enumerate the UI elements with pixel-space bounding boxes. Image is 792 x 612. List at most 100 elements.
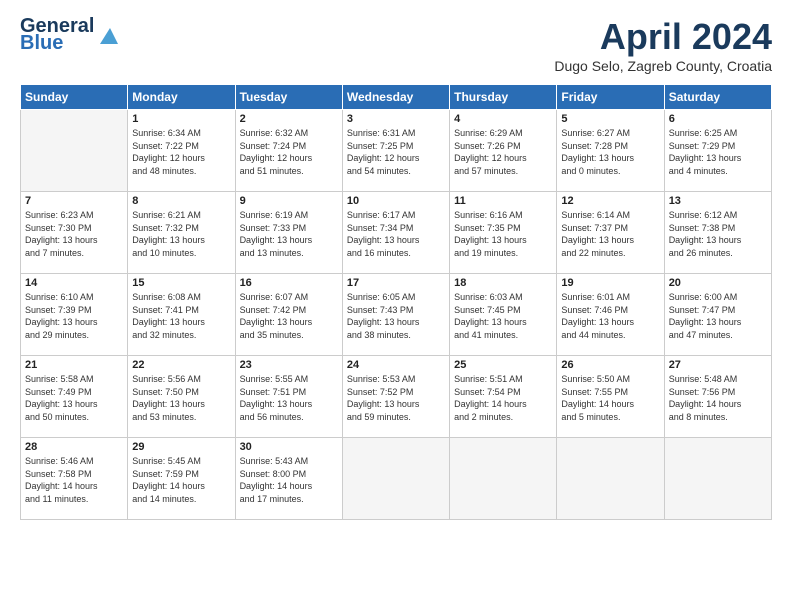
calendar-title: April 2024 bbox=[554, 16, 772, 58]
day-info: Sunrise: 5:58 AMSunset: 7:49 PMDaylight:… bbox=[25, 373, 123, 423]
day-number: 15 bbox=[132, 277, 230, 289]
calendar-cell: 17 Sunrise: 6:05 AMSunset: 7:43 PMDayligh… bbox=[342, 274, 449, 356]
calendar-cell: 21Sunrise: 5:58 AMSunset: 7:49 PMDayligh… bbox=[21, 356, 128, 438]
calendar-week-row: 21Sunrise: 5:58 AMSunset: 7:49 PMDayligh… bbox=[21, 356, 772, 438]
calendar-cell: 18 Sunrise: 6:03 AMSunset: 7:45 PMDayligh… bbox=[450, 274, 557, 356]
day-number: 8 bbox=[132, 195, 230, 207]
calendar-cell: 4Sunrise: 6:29 AMSunset: 7:26 PMDaylight… bbox=[450, 110, 557, 192]
day-number: 1 bbox=[132, 113, 230, 125]
day-number: 20 bbox=[669, 277, 767, 289]
logo-blue: Blue bbox=[20, 32, 63, 55]
day-info: Sunrise: 6:25 AMSunset: 7:29 PMDaylight:… bbox=[669, 127, 767, 177]
calendar-cell: 7 Sunrise: 6:23 AMSunset: 7:30 PMDaylight… bbox=[21, 192, 128, 274]
calendar-cell: 24 Sunrise: 5:53 AMSunset: 7:52 PMDayligh… bbox=[342, 356, 449, 438]
calendar-cell: 11 Sunrise: 6:16 AMSunset: 7:35 PMDayligh… bbox=[450, 192, 557, 274]
day-info: Sunrise: 6:32 AMSunset: 7:24 PMDaylight:… bbox=[240, 127, 338, 177]
day-number: 12 bbox=[561, 195, 659, 207]
day-info: Sunrise: 5:55 AMSunset: 7:51 PMDaylight:… bbox=[240, 373, 338, 423]
day-info: Sunrise: 6:27 AMSunset: 7:28 PMDaylight:… bbox=[561, 127, 659, 177]
day-info: Sunrise: 6:16 AMSunset: 7:35 PMDaylight:… bbox=[454, 209, 552, 259]
day-number: 2 bbox=[240, 113, 338, 125]
day-info: Sunrise: 5:50 AMSunset: 7:55 PMDaylight:… bbox=[561, 373, 659, 423]
calendar-cell: 23 Sunrise: 5:55 AMSunset: 7:51 PMDayligh… bbox=[235, 356, 342, 438]
day-info: Sunrise: 5:56 AMSunset: 7:50 PMDaylight:… bbox=[132, 373, 230, 423]
logo-triangle-icon bbox=[96, 26, 118, 48]
calendar-cell: 26 Sunrise: 5:50 AMSunset: 7:55 PMDayligh… bbox=[557, 356, 664, 438]
day-number: 11 bbox=[454, 195, 552, 207]
day-number: 9 bbox=[240, 195, 338, 207]
calendar-week-row: 1 Sunrise: 6:34 AMSunset: 7:22 PMDaylight… bbox=[21, 110, 772, 192]
weekday-header: Friday bbox=[557, 85, 664, 110]
calendar-cell: 27Sunrise: 5:48 AMSunset: 7:56 PMDayligh… bbox=[664, 356, 771, 438]
calendar-cell bbox=[664, 438, 771, 520]
day-info: Sunrise: 5:51 AMSunset: 7:54 PMDaylight:… bbox=[454, 373, 552, 423]
day-info: Sunrise: 6:01 AMSunset: 7:46 PMDaylight:… bbox=[561, 291, 659, 341]
weekday-header: Sunday bbox=[21, 85, 128, 110]
day-number: 26 bbox=[561, 359, 659, 371]
calendar-week-row: 28Sunrise: 5:46 AMSunset: 7:58 PMDayligh… bbox=[21, 438, 772, 520]
day-info: Sunrise: 6:17 AMSunset: 7:34 PMDaylight:… bbox=[347, 209, 445, 259]
day-info: Sunrise: 6:03 AMSunset: 7:45 PMDaylight:… bbox=[454, 291, 552, 341]
day-info: Sunrise: 6:12 AMSunset: 7:38 PMDaylight:… bbox=[669, 209, 767, 259]
calendar-cell: 30 Sunrise: 5:43 AMSunset: 8:00 PMDayligh… bbox=[235, 438, 342, 520]
calendar-cell: 25 Sunrise: 5:51 AMSunset: 7:54 PMDayligh… bbox=[450, 356, 557, 438]
calendar-cell: 20Sunrise: 6:00 AMSunset: 7:47 PMDayligh… bbox=[664, 274, 771, 356]
weekday-header: Monday bbox=[128, 85, 235, 110]
day-info: Sunrise: 5:53 AMSunset: 7:52 PMDaylight:… bbox=[347, 373, 445, 423]
day-number: 23 bbox=[240, 359, 338, 371]
weekday-header: Saturday bbox=[664, 85, 771, 110]
page: General Blue April 2024 Dugo Selo, Zagre… bbox=[0, 0, 792, 612]
calendar-subtitle: Dugo Selo, Zagreb County, Croatia bbox=[554, 58, 772, 74]
day-number: 13 bbox=[669, 195, 767, 207]
day-info: Sunrise: 6:14 AMSunset: 7:37 PMDaylight:… bbox=[561, 209, 659, 259]
day-number: 16 bbox=[240, 277, 338, 289]
day-info: Sunrise: 6:19 AMSunset: 7:33 PMDaylight:… bbox=[240, 209, 338, 259]
day-number: 4 bbox=[454, 113, 552, 125]
day-info: Sunrise: 5:45 AMSunset: 7:59 PMDaylight:… bbox=[132, 455, 230, 505]
calendar-week-row: 7 Sunrise: 6:23 AMSunset: 7:30 PMDaylight… bbox=[21, 192, 772, 274]
calendar-cell: 22 Sunrise: 5:56 AMSunset: 7:50 PMDayligh… bbox=[128, 356, 235, 438]
calendar-cell bbox=[21, 110, 128, 192]
logo: General Blue bbox=[20, 16, 96, 55]
day-number: 27 bbox=[669, 359, 767, 371]
day-number: 25 bbox=[454, 359, 552, 371]
calendar-cell: 14 Sunrise: 6:10 AMSunset: 7:39 PMDayligh… bbox=[21, 274, 128, 356]
weekday-header-row: SundayMondayTuesdayWednesdayThursdayFrid… bbox=[21, 85, 772, 110]
day-info: Sunrise: 6:07 AMSunset: 7:42 PMDaylight:… bbox=[240, 291, 338, 341]
day-number: 22 bbox=[132, 359, 230, 371]
day-number: 18 bbox=[454, 277, 552, 289]
day-info: Sunrise: 6:05 AMSunset: 7:43 PMDaylight:… bbox=[347, 291, 445, 341]
day-number: 30 bbox=[240, 441, 338, 453]
day-number: 3 bbox=[347, 113, 445, 125]
day-number: 19 bbox=[561, 277, 659, 289]
calendar-cell: 2 Sunrise: 6:32 AMSunset: 7:24 PMDaylight… bbox=[235, 110, 342, 192]
day-info: Sunrise: 6:10 AMSunset: 7:39 PMDaylight:… bbox=[25, 291, 123, 341]
calendar-cell: 28Sunrise: 5:46 AMSunset: 7:58 PMDayligh… bbox=[21, 438, 128, 520]
title-block: April 2024 Dugo Selo, Zagreb County, Cro… bbox=[554, 16, 772, 74]
day-info: Sunrise: 5:43 AMSunset: 8:00 PMDaylight:… bbox=[240, 455, 338, 505]
calendar-cell: 9 Sunrise: 6:19 AMSunset: 7:33 PMDaylight… bbox=[235, 192, 342, 274]
calendar-cell: 19 Sunrise: 6:01 AMSunset: 7:46 PMDayligh… bbox=[557, 274, 664, 356]
calendar-cell: 29Sunrise: 5:45 AMSunset: 7:59 PMDayligh… bbox=[128, 438, 235, 520]
day-number: 28 bbox=[25, 441, 123, 453]
calendar-cell bbox=[342, 438, 449, 520]
calendar-week-row: 14 Sunrise: 6:10 AMSunset: 7:39 PMDayligh… bbox=[21, 274, 772, 356]
day-number: 17 bbox=[347, 277, 445, 289]
calendar-cell: 8 Sunrise: 6:21 AMSunset: 7:32 PMDaylight… bbox=[128, 192, 235, 274]
calendar-cell: 15 Sunrise: 6:08 AMSunset: 7:41 PMDayligh… bbox=[128, 274, 235, 356]
day-number: 24 bbox=[347, 359, 445, 371]
day-info: Sunrise: 6:23 AMSunset: 7:30 PMDaylight:… bbox=[25, 209, 123, 259]
day-number: 14 bbox=[25, 277, 123, 289]
day-info: Sunrise: 6:34 AMSunset: 7:22 PMDaylight:… bbox=[132, 127, 230, 177]
calendar-cell: 10Sunrise: 6:17 AMSunset: 7:34 PMDayligh… bbox=[342, 192, 449, 274]
day-info: Sunrise: 6:21 AMSunset: 7:32 PMDaylight:… bbox=[132, 209, 230, 259]
day-number: 5 bbox=[561, 113, 659, 125]
weekday-header: Thursday bbox=[450, 85, 557, 110]
day-number: 7 bbox=[25, 195, 123, 207]
day-info: Sunrise: 6:08 AMSunset: 7:41 PMDaylight:… bbox=[132, 291, 230, 341]
calendar-cell bbox=[557, 438, 664, 520]
calendar-cell: 16 Sunrise: 6:07 AMSunset: 7:42 PMDayligh… bbox=[235, 274, 342, 356]
calendar-cell: 1 Sunrise: 6:34 AMSunset: 7:22 PMDaylight… bbox=[128, 110, 235, 192]
day-number: 6 bbox=[669, 113, 767, 125]
calendar-cell: 13 Sunrise: 6:12 AMSunset: 7:38 PMDayligh… bbox=[664, 192, 771, 274]
